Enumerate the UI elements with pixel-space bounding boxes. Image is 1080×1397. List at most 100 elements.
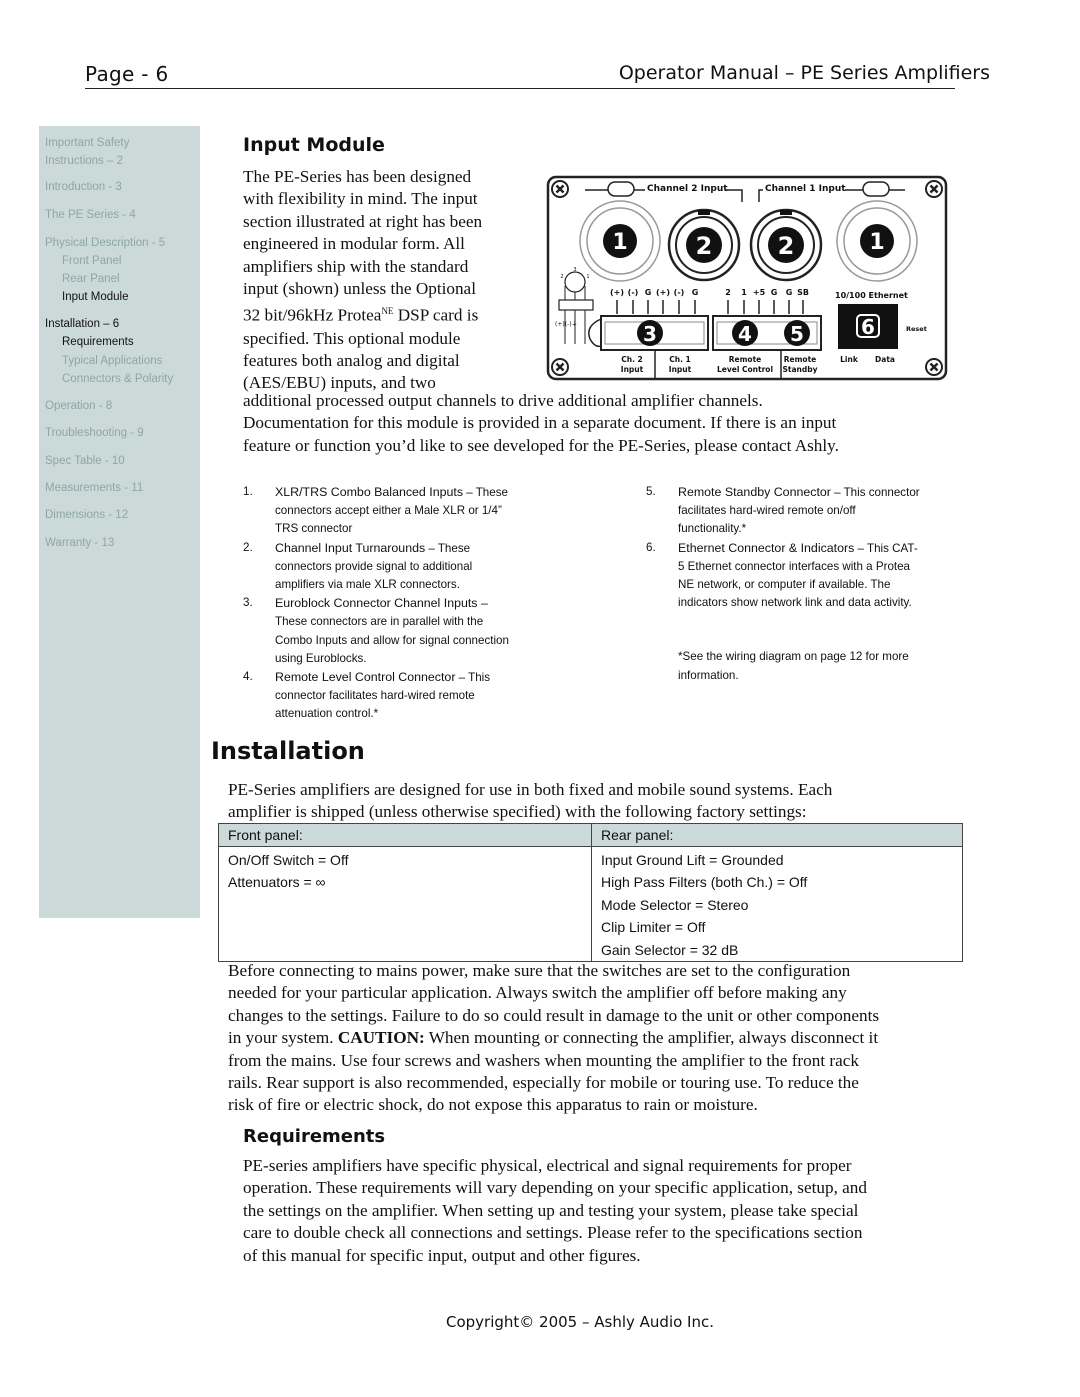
reset-label: Reset — [906, 325, 927, 333]
callout-2: 2 — [778, 232, 795, 260]
svg-text:3: 3 — [573, 267, 576, 273]
text-line: rails. Rear support is also recommended,… — [228, 1073, 859, 1093]
installation-intro: PE-Series amplifiers are designed for us… — [228, 779, 968, 824]
toc-item-spec-table[interactable]: Spec Table - 10 — [45, 452, 125, 470]
pin-label: G — [771, 288, 778, 297]
screw-icon — [925, 358, 943, 376]
text-line: changes to the settings. Failure to do s… — [228, 1005, 880, 1025]
list-item: 1. XLR/TRS Combo Balanced Inputs – These… — [243, 485, 508, 536]
callout-2: 2 — [696, 232, 713, 260]
table-cell: On/Off Switch = Off — [228, 852, 349, 868]
pin-label: +5 — [753, 288, 766, 297]
ethernet-label: 10/100 Ethernet — [835, 291, 908, 300]
table-cell: Gain Selector = 32 dB — [601, 941, 739, 958]
svg-text:Input: Input — [669, 365, 692, 374]
svg-text:1: 1 — [586, 274, 589, 280]
screw-icon — [551, 358, 569, 376]
svg-text:Link: Link — [840, 355, 859, 364]
table-cell: High Pass Filters (both Ch.) = Off — [601, 874, 808, 891]
text-line: specified. This optional module — [243, 328, 461, 348]
euroblock-ch-inputs: 3 — [600, 315, 709, 351]
page-header: Page - 6 Operator Manual – PE Series Amp… — [85, 60, 990, 90]
svg-text:Remote: Remote — [729, 355, 762, 364]
column-header-rear: Rear panel: — [591, 823, 963, 847]
toc-item-troubleshooting[interactable]: Troubleshooting - 9 — [45, 424, 144, 442]
toc-item-measurements[interactable]: Measurements - 11 — [45, 479, 143, 497]
text-line: in your system. CAUTION: When mounting o… — [228, 1028, 879, 1048]
pin-label: SB — [797, 288, 809, 297]
toc-item-physical-description[interactable]: Physical Description - 5 — [45, 234, 165, 252]
text-line: amplifiers ship with the standard — [243, 256, 469, 276]
text-line: feature or function you’d like to see de… — [243, 435, 839, 455]
screw-icon — [925, 180, 943, 198]
text-line: Before connecting to mains power, make s… — [228, 961, 851, 980]
toc-item-connectors-polarity[interactable]: Connectors & Polarity — [62, 370, 173, 388]
pin-label: (+) — [610, 288, 624, 297]
screw-icon — [551, 180, 569, 198]
toc-item-important-safety[interactable]: Important Safety — [45, 134, 129, 152]
list-item: 2. Channel Input Turnarounds – These con… — [243, 540, 473, 592]
text-line: needed for your particular application. … — [228, 983, 847, 1003]
requirements-paragraph: PE-series amplifiers have specific physi… — [243, 1155, 973, 1267]
combo-input-ch1: 1 — [836, 200, 918, 282]
svg-text:Data: Data — [875, 355, 895, 364]
installation-caution-paragraph: Before connecting to mains power, make s… — [228, 960, 978, 1117]
svg-text:Ch. 2: Ch. 2 — [621, 355, 643, 364]
svg-text:Level Control: Level Control — [717, 365, 773, 374]
list-item: 3. Euroblock Connector Channel Inputs – … — [243, 596, 509, 665]
toc-item-rear-panel[interactable]: Rear Panel — [62, 270, 120, 288]
toc-item-instructions[interactable]: Instructions – 2 — [45, 152, 123, 170]
toc-item-pe-series[interactable]: The PE Series - 4 — [45, 206, 136, 224]
input-module-continued: additional processed output channels to … — [243, 390, 963, 457]
header-rule — [85, 88, 955, 89]
text-line: Documentation for this module is provide… — [243, 413, 837, 433]
ethernet-port: 6 — [838, 304, 898, 349]
column-header-front: Front panel: — [218, 823, 592, 847]
table-cell: Input Ground Lift = Grounded — [601, 852, 784, 868]
front-panel-settings: On/Off Switch = Off Attenuators = ∞ — [218, 846, 592, 962]
pin-label: 1 — [741, 288, 747, 297]
toc-item-dimensions[interactable]: Dimensions - 12 — [45, 506, 128, 524]
channel1-label: Channel 1 Input — [765, 184, 846, 194]
text-line: section illustrated at right has been — [243, 211, 483, 231]
toc-item-typical-applications[interactable]: Typical Applications — [62, 352, 162, 370]
callout-3: 3 — [643, 322, 657, 346]
superscript: NE — [381, 306, 394, 317]
callout-6: 6 — [861, 315, 875, 339]
installation-heading: Installation — [211, 737, 365, 765]
turnaround-output-ch1: 2 — [749, 208, 823, 282]
svg-text:2: 2 — [560, 274, 563, 280]
requirements-heading: Requirements — [243, 1126, 386, 1147]
toc-item-front-panel[interactable]: Front Panel — [62, 252, 121, 270]
text-line: input (shown) unless the Optional — [243, 279, 476, 299]
list-item: 6. Ethernet Connector & Indicators – Thi… — [646, 540, 918, 610]
text-line: risk of fire or electric shock, do not e… — [228, 1095, 758, 1115]
text-line: PE-Series amplifiers are designed for us… — [228, 780, 833, 799]
toc-item-operation[interactable]: Operation - 8 — [45, 397, 112, 415]
pin-label: 2 — [725, 288, 731, 297]
pin-label: G — [692, 288, 699, 297]
table-cell: Mode Selector = Stereo — [601, 896, 749, 913]
copyright-footer: Copyright© 2005 – Ashly Audio Inc. — [445, 1313, 714, 1331]
toc-item-requirements[interactable]: Requirements — [62, 333, 134, 351]
connector-list-left: 1. XLR/TRS Combo Balanced Inputs – These… — [243, 483, 553, 724]
toc-item-installation[interactable]: Installation – 6 — [45, 315, 119, 333]
callout-4: 4 — [738, 322, 752, 346]
list-item: 4. Remote Level Control Connector – This… — [243, 670, 491, 721]
svg-text:Standby: Standby — [782, 365, 817, 374]
toc-item-introduction[interactable]: Introduction - 3 — [45, 178, 122, 196]
pin-label: G — [786, 288, 793, 297]
text-line: PE-series amplifiers have specific physi… — [243, 1156, 852, 1175]
input-module-heading: Input Module — [243, 134, 385, 156]
connector-list-right: 5. Remote Standby Connector – This conne… — [646, 483, 966, 685]
text-line: from the mains. Use four screws and wash… — [228, 1050, 859, 1070]
list-item: 5. Remote Standby Connector – This conne… — [646, 485, 920, 536]
toc-item-warranty[interactable]: Warranty - 13 — [45, 534, 114, 552]
caution-label: CAUTION: — [337, 1028, 425, 1048]
text-line: 32 bit/96kHz ProteaNE DSP card is — [243, 306, 479, 326]
factory-settings-table: Front panel: Rear panel: On/Off Switch =… — [218, 823, 963, 962]
text-line: operation. These requirements will vary … — [243, 1178, 867, 1198]
text-line: amplifier is shipped (unless otherwise s… — [228, 802, 807, 822]
toc-item-input-module[interactable]: Input Module — [62, 288, 129, 306]
pin-label: (-) — [628, 288, 639, 297]
